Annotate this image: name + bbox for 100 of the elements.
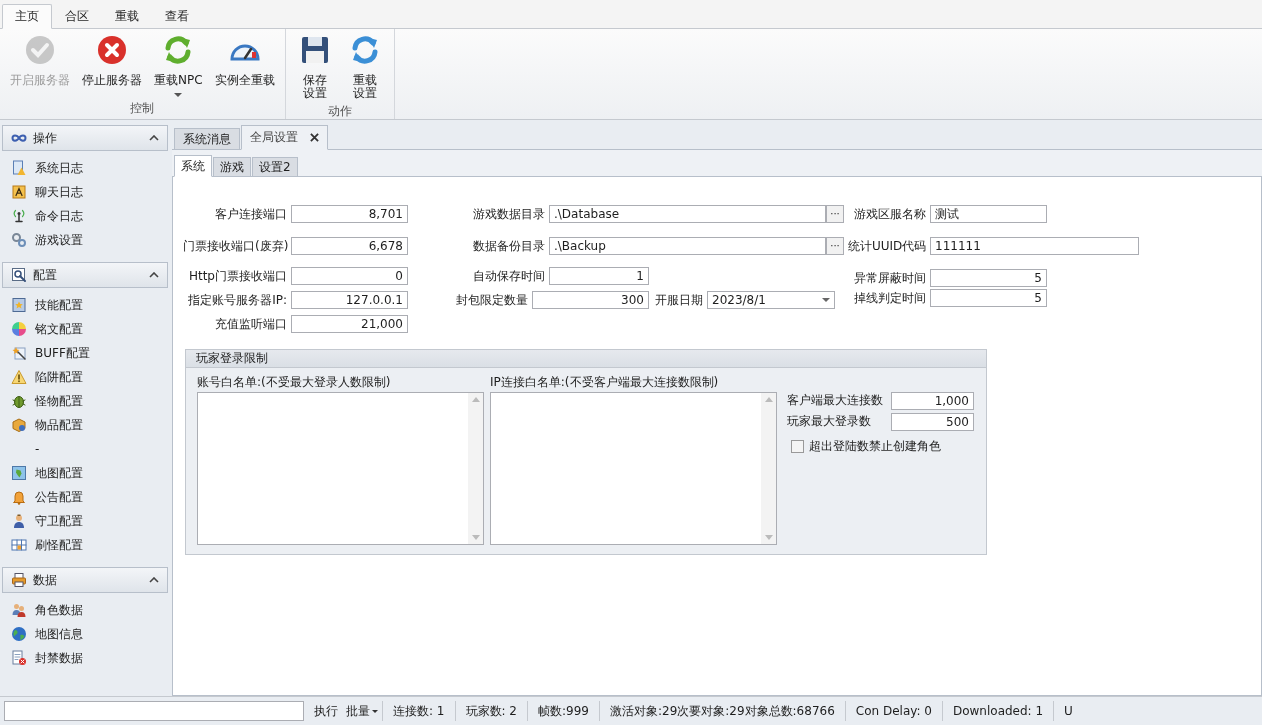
document-warning-icon [11, 160, 27, 176]
sidebar-item[interactable]: 陷阱配置 [2, 365, 168, 389]
printer-icon [11, 572, 27, 588]
scroll-down-icon[interactable] [764, 535, 773, 540]
document-tab[interactable]: 系统消息 [174, 128, 240, 150]
input-field[interactable]: 测试 [930, 205, 1047, 223]
checkbox-label: 超出登陆数禁止创建角色 [809, 438, 941, 455]
sidebar-item[interactable]: BUFF配置 [2, 341, 168, 365]
section-header[interactable]: 数据 [2, 567, 168, 593]
caret-icon [372, 709, 378, 713]
ribbon-tab[interactable]: 主页 [2, 4, 52, 29]
status-text: 帧数:999 [527, 701, 599, 721]
sidebar-item[interactable]: 守卫配置 [2, 509, 168, 533]
field-label: 客户端最大连接数 [787, 392, 884, 409]
scroll-up-icon[interactable] [471, 397, 480, 402]
document-tab[interactable]: 全局设置 [241, 125, 328, 150]
check-icon [24, 34, 56, 66]
field-label: Http门票接收端口 [187, 267, 288, 285]
input-field[interactable]: .\Database [549, 205, 826, 223]
sidebar-item[interactable]: 系统日志 [2, 156, 168, 180]
batch-dropdown[interactable]: 批量 [342, 702, 382, 720]
field-label: 玩家最大登录数 [787, 413, 872, 430]
collapse-icon [149, 577, 159, 583]
input-field[interactable]: 500 [891, 412, 974, 431]
scroll-up-icon[interactable] [764, 397, 773, 402]
status-text: Con Delay: 0 [844, 701, 942, 721]
browse-button[interactable]: ··· [826, 237, 844, 255]
sidebar-item[interactable]: 地图配置 [2, 461, 168, 485]
section-header[interactable]: 操作 [2, 125, 168, 151]
input-field[interactable]: 6,678 [291, 237, 408, 255]
input-field[interactable]: 21,000 [291, 315, 408, 333]
sub-tab[interactable]: 系统 [174, 155, 212, 177]
sidebar-item[interactable]: 怪物配置 [2, 389, 168, 413]
input-field[interactable]: 0 [291, 267, 408, 285]
sidebar-item[interactable]: 命令日志 [2, 204, 168, 228]
field-label: 统计UUID代码 [848, 237, 928, 255]
gears-icon [11, 232, 27, 248]
input-field[interactable]: 127.0.0.1 [291, 291, 408, 309]
checkbox[interactable] [791, 440, 804, 453]
ribbon-tab[interactable]: 合区 [52, 4, 102, 29]
sidebar-item[interactable]: 刷怪配置 [2, 533, 168, 557]
status-text: 连接数: 1 [382, 701, 455, 721]
list-box[interactable] [490, 392, 777, 545]
status-text: Downloaded: 1 [941, 701, 1054, 721]
input-field[interactable]: 111111 [930, 237, 1139, 255]
field-label: 异常屏蔽时间 [853, 269, 927, 287]
caret-icon [822, 298, 830, 302]
field-label: 游戏区服名称 [853, 205, 927, 223]
status-text: 玩家数: 2 [454, 701, 527, 721]
wand-icon [11, 345, 27, 361]
ribbon-tab[interactable]: 重载 [102, 4, 152, 29]
list-label: IP连接白名单:(不受客户端最大连接数限制) [490, 374, 720, 390]
sidebar-item[interactable]: 聊天日志 [2, 180, 168, 204]
list-box[interactable] [197, 392, 484, 545]
sub-tab[interactable]: 设置2 [252, 157, 298, 177]
ribbon-tab[interactable]: 查看 [152, 4, 202, 29]
ribbon-button[interactable]: 保存设置 [289, 31, 340, 103]
antenna-icon [11, 208, 27, 224]
collapse-icon [149, 135, 159, 141]
sidebar-item[interactable]: 公告配置 [2, 485, 168, 509]
warning-icon [11, 369, 27, 385]
field-label: 指定账号服务器IP: [187, 291, 288, 309]
field-label: 数据备份目录 [472, 237, 546, 255]
group-label: 动作 [327, 103, 352, 120]
ribbon-button[interactable]: 停止服务器 [76, 31, 148, 100]
execute-button[interactable]: 执行 [310, 702, 342, 720]
stop-icon [96, 34, 128, 66]
field-label: 门票接收端口(废弃) [183, 237, 290, 255]
browse-button[interactable]: ··· [826, 205, 844, 223]
section-header[interactable]: 配置 [2, 262, 168, 288]
field-label: 开服日期 [654, 291, 704, 309]
close-icon[interactable] [310, 133, 319, 142]
input-field[interactable]: .\Backup [549, 237, 826, 255]
date-picker[interactable]: 2023/8/1 [707, 291, 835, 309]
ribbon-button[interactable]: 实例全重载 [208, 31, 281, 100]
sidebar-item[interactable]: 角色数据 [2, 598, 168, 622]
ribbon-button[interactable]: 重载NPC [148, 31, 209, 100]
command-field[interactable] [4, 701, 304, 721]
scroll-down-icon[interactable] [471, 535, 480, 540]
input-field[interactable]: 5 [930, 269, 1047, 287]
ribbon-button[interactable]: 重载设置 [339, 31, 390, 103]
sidebar-item[interactable]: 物品配置 [2, 413, 168, 437]
input-field[interactable]: 8,701 [291, 205, 408, 223]
input-field[interactable]: 1 [549, 267, 649, 285]
sidebar-item[interactable]: 封禁数据 [2, 646, 168, 670]
input-field[interactable]: 1,000 [891, 391, 974, 410]
sidebar-item[interactable]: - [2, 437, 168, 461]
globe-icon [11, 626, 27, 642]
sidebar-item[interactable]: 游戏设置 [2, 228, 168, 252]
sub-tab[interactable]: 游戏 [213, 157, 251, 177]
sidebar-item[interactable]: 技能配置 [2, 293, 168, 317]
status-text: 激活对象:29次要对象:29对象总数:68766 [598, 701, 845, 721]
field-label: 自动保存时间 [472, 267, 546, 285]
scrollbar[interactable] [761, 393, 776, 544]
sidebar-item[interactable]: 铭文配置 [2, 317, 168, 341]
scrollbar[interactable] [468, 393, 483, 544]
sidebar-item[interactable]: 地图信息 [2, 622, 168, 646]
input-field[interactable]: 300 [532, 291, 649, 309]
caret-icon [174, 93, 183, 97]
input-field[interactable]: 5 [930, 289, 1047, 307]
